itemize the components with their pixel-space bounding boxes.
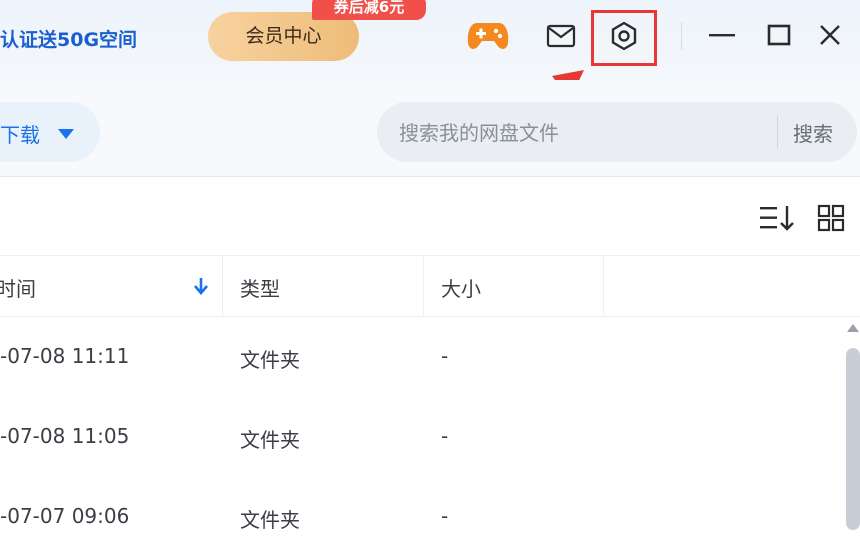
close-icon[interactable] — [819, 24, 841, 46]
row-modified-time: -07-08 11:05 — [0, 424, 130, 448]
sort-desc-arrow-icon[interactable] — [192, 276, 210, 296]
promo-link[interactable]: 认证送50G空间 — [0, 20, 137, 60]
maximize-icon[interactable] — [767, 24, 791, 46]
titlebar-divider — [681, 22, 682, 50]
row-type: 文件夹 — [240, 428, 300, 452]
row-type: 文件夹 — [240, 508, 300, 532]
title-bar: 认证送50G空间 会员中心 券后减6元 — [0, 0, 860, 80]
sort-order-icon[interactable] — [759, 204, 795, 232]
settings-highlight-box — [591, 10, 657, 66]
chevron-down-icon — [58, 129, 74, 139]
column-header-size[interactable]: 大小 — [441, 273, 481, 302]
column-divider[interactable] — [222, 256, 223, 316]
search-separator — [777, 116, 778, 148]
toolbar: 下载 搜索 — [0, 80, 860, 177]
row-size: - — [441, 504, 449, 528]
scroll-up-icon[interactable] — [847, 324, 859, 332]
vertical-scrollbar[interactable] — [846, 348, 860, 530]
column-divider[interactable] — [603, 256, 604, 316]
minimize-icon[interactable] — [709, 33, 735, 37]
game-icon[interactable] — [467, 19, 509, 53]
vip-center-label: 会员中心 — [245, 25, 322, 47]
column-divider[interactable] — [423, 256, 424, 316]
table-row[interactable]: -07-07 09:06 文件夹 - — [0, 476, 860, 556]
table-row[interactable]: -07-08 11:05 文件夹 - — [0, 396, 860, 476]
download-label: 下载 — [0, 123, 40, 147]
row-size: - — [441, 424, 449, 448]
grid-view-icon[interactable] — [817, 204, 845, 232]
search-button[interactable]: 搜索 — [793, 118, 833, 147]
row-type: 文件夹 — [240, 348, 300, 372]
search-input[interactable] — [397, 116, 771, 150]
mail-icon[interactable] — [546, 24, 576, 48]
row-size: - — [441, 344, 449, 368]
search-box: 搜索 — [377, 102, 857, 162]
table-row[interactable]: -07-08 11:11 文件夹 - — [0, 316, 860, 396]
row-modified-time: -07-08 11:11 — [0, 344, 130, 368]
column-header-time[interactable]: 时间 — [0, 273, 36, 302]
vip-discount-badge: 券后减6元 — [312, 0, 426, 20]
download-button[interactable]: 下载 — [0, 102, 100, 162]
row-modified-time: -07-07 09:06 — [0, 504, 130, 528]
column-header-type[interactable]: 类型 — [240, 273, 280, 302]
table-header: 时间 类型 大小 — [0, 255, 860, 317]
